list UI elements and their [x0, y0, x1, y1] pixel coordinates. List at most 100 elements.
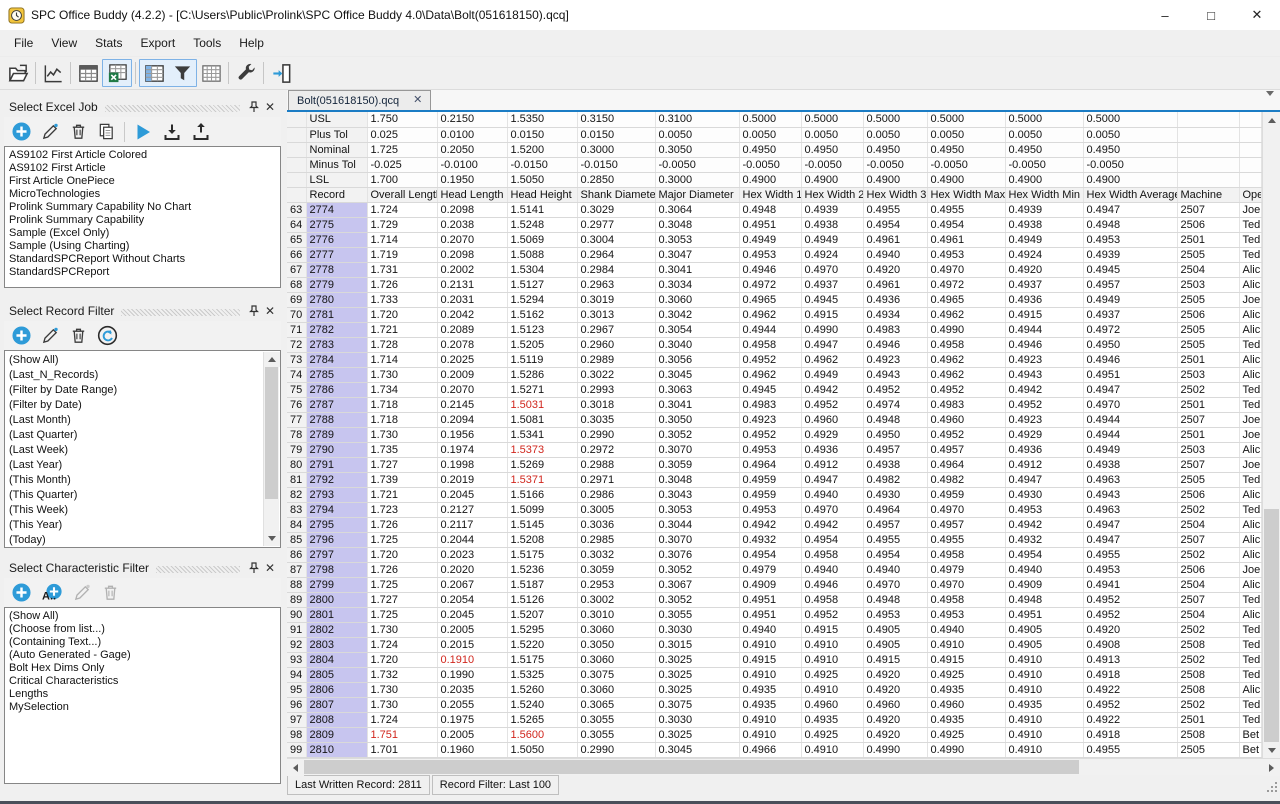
data-cell[interactable]: Ted — [1239, 472, 1261, 487]
spec-value-cell[interactable]: -0.0050 — [801, 157, 863, 172]
data-cell[interactable]: 0.4957 — [927, 442, 1005, 457]
data-cell[interactable]: 0.3002 — [577, 592, 655, 607]
data-cell[interactable]: 0.3030 — [655, 712, 739, 727]
data-cell[interactable]: 0.4970 — [927, 262, 1005, 277]
data-cell[interactable]: 0.3052 — [655, 592, 739, 607]
spec-value-cell[interactable]: 0.4950 — [1005, 142, 1083, 157]
data-cell[interactable]: 0.4955 — [1083, 742, 1177, 757]
data-cell[interactable]: 0.4952 — [863, 382, 927, 397]
data-cell[interactable]: 0.3029 — [577, 202, 655, 217]
data-cell[interactable]: 0.2042 — [437, 307, 507, 322]
data-cell[interactable]: 0.1975 — [437, 712, 507, 727]
data-cell[interactable]: 0.4939 — [1083, 247, 1177, 262]
chart-icon[interactable] — [39, 59, 67, 87]
data-cell[interactable]: 0.4983 — [863, 322, 927, 337]
data-cell[interactable]: 0.4970 — [863, 577, 927, 592]
spec-value-cell[interactable]: 0.0050 — [739, 127, 801, 142]
row-number-cell[interactable]: 86 — [287, 547, 306, 562]
data-cell[interactable]: 0.4953 — [739, 442, 801, 457]
characteristic-filter-item[interactable]: MySelection — [6, 701, 279, 714]
row-number-cell[interactable]: 68 — [287, 277, 306, 292]
menu-stats[interactable]: Stats — [86, 32, 131, 54]
data-cell[interactable]: 0.4982 — [863, 472, 927, 487]
data-cell[interactable]: 0.4937 — [1083, 307, 1177, 322]
data-cell[interactable]: 0.4945 — [739, 382, 801, 397]
record-cell[interactable]: 2800 — [306, 592, 367, 607]
document-tab[interactable]: Bolt(051618150).qcq ✕ — [288, 90, 431, 110]
column-header-hex-width-1[interactable]: Hex Width 1 — [739, 187, 801, 202]
data-cell[interactable]: 0.4910 — [801, 682, 863, 697]
data-cell[interactable]: Alic — [1239, 442, 1261, 457]
data-cell[interactable]: 1.725 — [367, 577, 437, 592]
data-cell[interactable]: 2501 — [1177, 712, 1239, 727]
add-characteristic-filter-icon[interactable] — [11, 582, 32, 603]
data-cell[interactable]: 0.4955 — [1083, 547, 1177, 562]
data-cell[interactable]: 1.735 — [367, 442, 437, 457]
data-cell[interactable]: 2501 — [1177, 232, 1239, 247]
data-cell[interactable]: 0.4962 — [739, 307, 801, 322]
data-cell[interactable]: 1.730 — [367, 697, 437, 712]
data-cell[interactable]: 1.5166 — [507, 487, 577, 502]
data-cell[interactable]: 2502 — [1177, 697, 1239, 712]
data-cell[interactable]: 1.5119 — [507, 352, 577, 367]
record-cell[interactable]: 2793 — [306, 487, 367, 502]
data-cell[interactable]: 0.2971 — [577, 472, 655, 487]
data-cell[interactable]: 0.4965 — [927, 292, 1005, 307]
data-cell[interactable]: 1.720 — [367, 547, 437, 562]
data-cell[interactable]: 0.4964 — [739, 457, 801, 472]
data-cell[interactable]: 0.4937 — [1005, 277, 1083, 292]
data-cell[interactable]: 0.4910 — [739, 712, 801, 727]
data-cell[interactable]: 1.714 — [367, 232, 437, 247]
characteristic-filter-item[interactable]: (Show All) — [6, 610, 279, 623]
record-cell[interactable]: 2784 — [306, 352, 367, 367]
row-number-cell[interactable]: 80 — [287, 457, 306, 472]
data-cell[interactable]: 0.4952 — [927, 427, 1005, 442]
data-cell[interactable]: 0.4953 — [739, 247, 801, 262]
data-cell[interactable]: 1.5050 — [507, 742, 577, 757]
spec-label-cell[interactable]: USL — [306, 112, 367, 127]
data-cell[interactable]: 1.5162 — [507, 307, 577, 322]
spec-value-cell[interactable]: 1.725 — [367, 142, 437, 157]
record-cell[interactable]: 2786 — [306, 382, 367, 397]
data-cell[interactable]: 0.4990 — [927, 742, 1005, 757]
data-cell[interactable]: 0.2054 — [437, 592, 507, 607]
row-number-cell[interactable]: 89 — [287, 592, 306, 607]
data-cell[interactable]: 0.4953 — [1083, 562, 1177, 577]
data-cell[interactable]: 0.4979 — [927, 562, 1005, 577]
data-cell[interactable]: 0.2984 — [577, 262, 655, 277]
data-cell[interactable]: 2501 — [1177, 427, 1239, 442]
record-cell[interactable]: 2791 — [306, 457, 367, 472]
data-cell[interactable]: 1.5325 — [507, 667, 577, 682]
excel-job-item[interactable]: AS9102 First Article — [6, 162, 279, 175]
data-cell[interactable]: 0.2094 — [437, 412, 507, 427]
data-cell[interactable]: 0.4940 — [927, 622, 1005, 637]
data-cell[interactable]: 0.4910 — [1005, 667, 1083, 682]
data-cell[interactable]: 0.4962 — [801, 352, 863, 367]
row-number-cell[interactable]: 73 — [287, 352, 306, 367]
data-cell[interactable]: 0.2038 — [437, 217, 507, 232]
data-cell[interactable]: 0.4949 — [1083, 442, 1177, 457]
data-cell[interactable]: 1.5099 — [507, 502, 577, 517]
pin-icon[interactable] — [246, 303, 262, 319]
data-cell[interactable]: Joe — [1239, 427, 1261, 442]
data-cell[interactable]: 0.4951 — [739, 217, 801, 232]
data-cell[interactable]: 0.4962 — [739, 367, 801, 382]
spec-value-cell[interactable] — [1239, 142, 1261, 157]
data-cell[interactable]: 0.3055 — [577, 727, 655, 742]
run-job-icon[interactable] — [133, 122, 153, 142]
data-cell[interactable]: 0.3036 — [577, 517, 655, 532]
data-cell[interactable]: 0.4944 — [739, 322, 801, 337]
data-cell[interactable]: 1.739 — [367, 472, 437, 487]
data-cell[interactable]: 0.4943 — [863, 367, 927, 382]
close-button[interactable]: ✕ — [1234, 0, 1280, 30]
record-cell[interactable]: 2807 — [306, 697, 367, 712]
data-cell[interactable]: 2504 — [1177, 607, 1239, 622]
data-cell[interactable]: 0.4915 — [739, 652, 801, 667]
data-cell[interactable]: 0.4949 — [1083, 292, 1177, 307]
import-job-icon[interactable] — [162, 122, 182, 142]
data-cell[interactable]: 0.4942 — [1005, 517, 1083, 532]
data-cell[interactable]: 0.4960 — [801, 697, 863, 712]
data-cell[interactable]: Alic — [1239, 487, 1261, 502]
data-cell[interactable]: 0.4961 — [927, 232, 1005, 247]
data-cell[interactable]: 0.4942 — [739, 517, 801, 532]
